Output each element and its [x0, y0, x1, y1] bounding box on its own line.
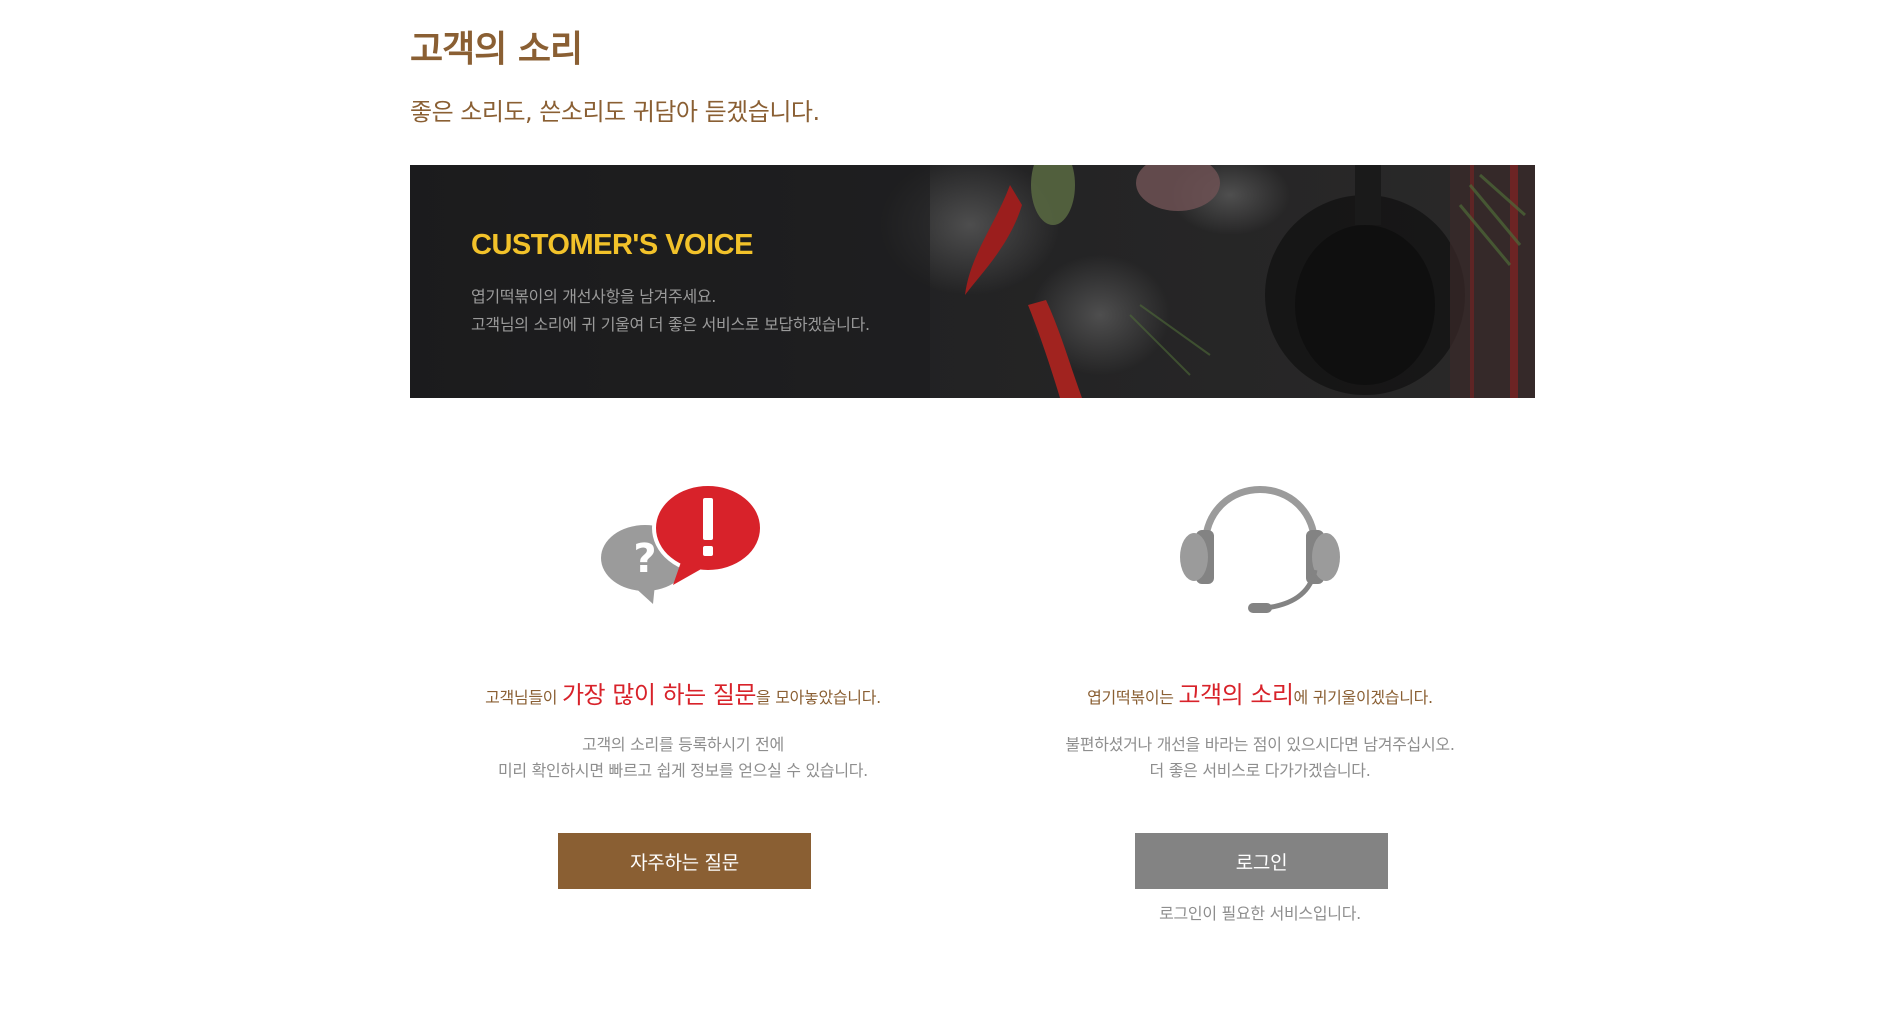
- voice-heading-post: 에 귀기울이겠습니다.: [1293, 688, 1433, 707]
- voice-desc-line: 불편하셨거나 개선을 바라는 점이 있으시다면 남겨주십시오.: [1065, 735, 1455, 754]
- login-required-note: 로그인이 필요한 서비스입니다.: [1159, 904, 1361, 923]
- login-button[interactable]: 로그인: [1135, 833, 1388, 889]
- banner-background-image: [410, 165, 1535, 398]
- page-subtitle: 좋은 소리도, 쓴소리도 귀담아 듣겠습니다.: [410, 98, 820, 126]
- customer-voice-card: 엽기떡볶이는 고객의 소리에 귀기울이겠습니다. 불편하셨거나 개선을 바라는 …: [970, 480, 1550, 923]
- voice-heading: 엽기떡볶이는 고객의 소리에 귀기울이겠습니다.: [970, 680, 1550, 713]
- svg-text:?: ?: [633, 536, 656, 582]
- faq-desc-line: 미리 확인하시면 빠르고 쉽게 정보를 얻으실 수 있습니다.: [498, 761, 868, 780]
- voice-description: 불편하셨거나 개선을 바라는 점이 있으시다면 남겨주십시오. 더 좋은 서비스…: [970, 732, 1550, 784]
- faq-button[interactable]: 자주하는 질문: [558, 833, 811, 889]
- headset-icon: [1180, 486, 1340, 613]
- faq-heading: 고객님들이 가장 많이 하는 질문을 모아놓았습니다.: [393, 680, 973, 713]
- voice-desc-line: 더 좋은 서비스로 다가가겠습니다.: [1149, 761, 1371, 780]
- voice-heading-pre: 엽기떡볶이는: [1087, 688, 1179, 707]
- banner-description: 엽기떡볶이의 개선사항을 남겨주세요. 고객님의 소리에 귀 기울여 더 좋은 …: [471, 283, 870, 339]
- faq-heading-pre: 고객님들이: [485, 688, 562, 707]
- banner-desc-line: 고객님의 소리에 귀 기울여 더 좋은 서비스로 보답하겠습니다.: [471, 315, 870, 334]
- voice-heading-emphasis: 고객의 소리: [1178, 681, 1294, 709]
- faq-heading-post: 을 모아놓았습니다.: [755, 688, 881, 707]
- page-title: 고객의 소리: [410, 29, 583, 70]
- faq-desc-line: 고객의 소리를 등록하시기 전에: [582, 735, 784, 754]
- banner-title: CUSTOMER'S VOICE: [471, 229, 753, 261]
- faq-description: 고객의 소리를 등록하시기 전에 미리 확인하시면 빠르고 쉽게 정보를 얻으실…: [393, 732, 973, 784]
- speech-bubbles-question-exclamation-icon: ?: [601, 482, 764, 604]
- faq-heading-emphasis: 가장 많이 하는 질문: [561, 681, 757, 709]
- customer-voice-banner: CUSTOMER'S VOICE 엽기떡볶이의 개선사항을 남겨주세요. 고객님…: [410, 165, 1535, 398]
- banner-desc-line: 엽기떡볶이의 개선사항을 남겨주세요.: [471, 287, 717, 306]
- faq-card: ? 고객님들이 가장 많이 하는 질문을 모아놓았습니다. 고객의 소리를 등록…: [393, 480, 973, 889]
